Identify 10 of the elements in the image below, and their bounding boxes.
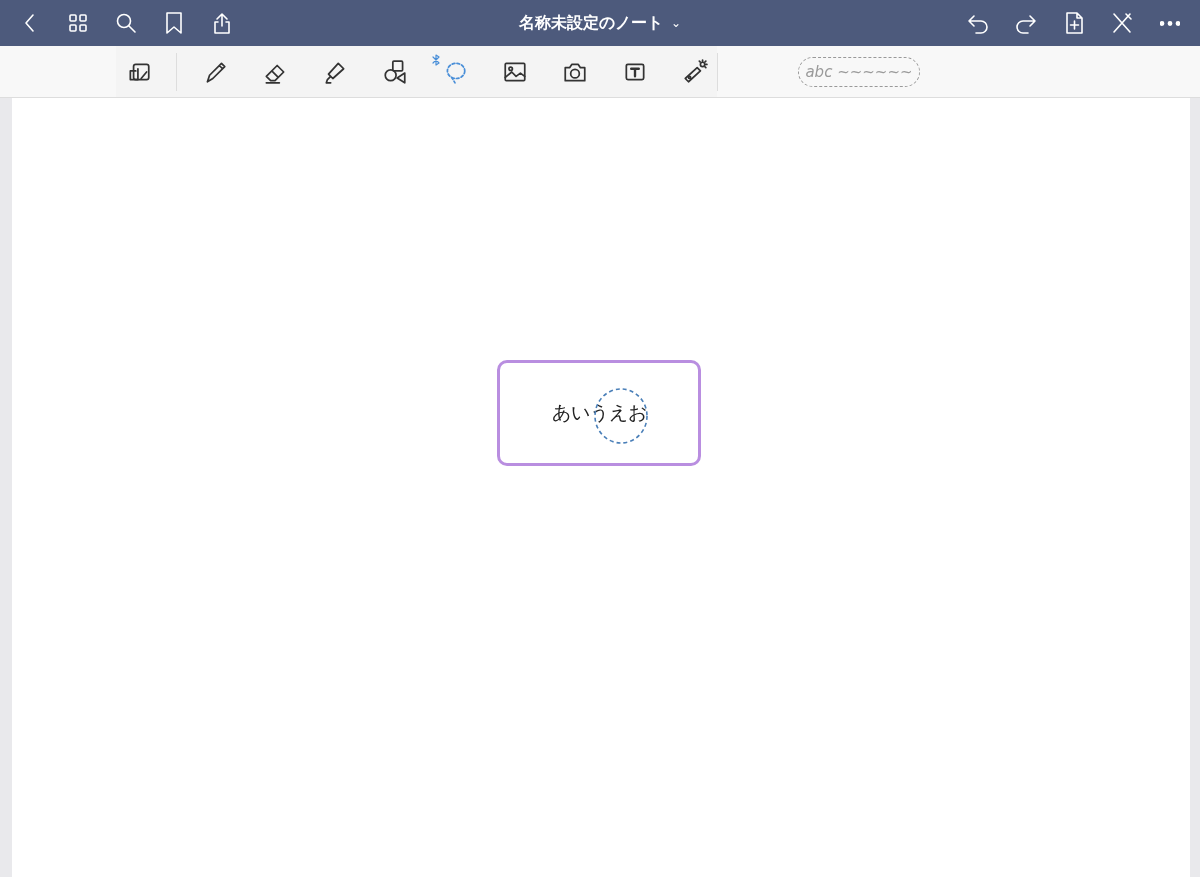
search-icon bbox=[114, 11, 138, 35]
more-icon bbox=[1160, 20, 1180, 26]
grid-icon bbox=[66, 11, 90, 35]
shapes-icon bbox=[381, 58, 408, 85]
lasso-selection-outline bbox=[593, 387, 649, 445]
laser-pointer-icon bbox=[681, 58, 708, 85]
pen-off-icon bbox=[1110, 11, 1134, 35]
dropdown-caret[interactable]: ⌄ bbox=[670, 16, 682, 30]
note-title[interactable]: 名称未設定のノート bbox=[518, 12, 663, 34]
bluetooth-icon bbox=[432, 53, 440, 66]
